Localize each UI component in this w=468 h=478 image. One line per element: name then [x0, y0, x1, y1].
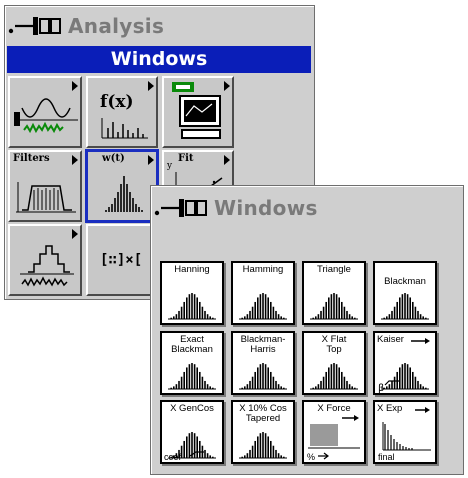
window-shape-icon	[239, 363, 287, 390]
palette-title: Analysis	[68, 14, 165, 38]
window-shape-icon	[168, 363, 216, 390]
window-shape-icon	[310, 363, 358, 390]
signal-generation-icon	[14, 98, 78, 134]
exponential-window-icon: final	[378, 407, 431, 462]
window-shape-icon	[381, 363, 429, 390]
window-triangle[interactable]: Triangle	[302, 261, 366, 325]
filter-response-icon	[16, 182, 76, 213]
tile-signal-generation[interactable]	[8, 76, 82, 148]
force-window-icon: %	[307, 415, 360, 462]
tile-probability-statistics[interactable]	[8, 224, 82, 296]
window-blackman[interactable]: Blackman	[373, 261, 437, 325]
subpalette-label: Windows	[7, 46, 311, 73]
window-general-cosine[interactable]: X GenCos coef	[160, 400, 224, 464]
tile-measurement[interactable]	[162, 76, 234, 148]
svg-text:y: y	[166, 161, 173, 171]
window-kaiser-bessel[interactable]: Kaiser β	[373, 331, 437, 395]
histogram-icon	[20, 245, 74, 287]
palette-title: Windows	[214, 196, 318, 220]
final-label: final	[378, 452, 395, 462]
window-exact-blackman[interactable]: Exact Blackman	[160, 331, 224, 395]
window-shape-icon	[381, 293, 429, 320]
pushpin-icon[interactable]	[7, 15, 69, 37]
window-shape-icon	[239, 432, 287, 459]
window-blackman-harris[interactable]: Blackman- Harris	[231, 331, 295, 395]
measurement-monitor-icon	[172, 82, 221, 139]
windows-title-bar[interactable]: Windows	[151, 186, 463, 226]
windows-palette: Windows Hanning Hamming Triangle Blackma…	[150, 185, 464, 475]
tile-windows[interactable]: w(t)	[85, 149, 159, 223]
bar-graph-icon	[101, 118, 148, 139]
tile-filters[interactable]: Filters	[8, 150, 82, 222]
window-flat-top[interactable]: X Flat Top	[302, 331, 366, 395]
pushpin-icon[interactable]	[153, 197, 215, 219]
window-hamming[interactable]: Hamming	[231, 261, 295, 325]
analysis-title-bar[interactable]: Analysis	[5, 6, 314, 46]
coef-input-icon: coef	[164, 451, 204, 462]
window-exponential[interactable]: X Exp final	[373, 400, 437, 464]
window-shape-icon	[310, 293, 358, 320]
tile-math-function[interactable]: f(x)	[86, 76, 158, 148]
window-hanning[interactable]: Hanning	[160, 261, 224, 325]
percent-label: %	[307, 452, 315, 462]
window-shape-icon	[168, 293, 216, 320]
tile-linear-algebra[interactable]: [∷]×[	[86, 224, 158, 296]
tile-label: [∷]×[	[100, 252, 143, 268]
window-cosine-tapered[interactable]: X 10% Cos Tapered	[231, 400, 295, 464]
window-force[interactable]: X Force %	[302, 400, 366, 464]
coef-label: coef	[164, 452, 182, 462]
window-shape-icon	[239, 293, 287, 320]
